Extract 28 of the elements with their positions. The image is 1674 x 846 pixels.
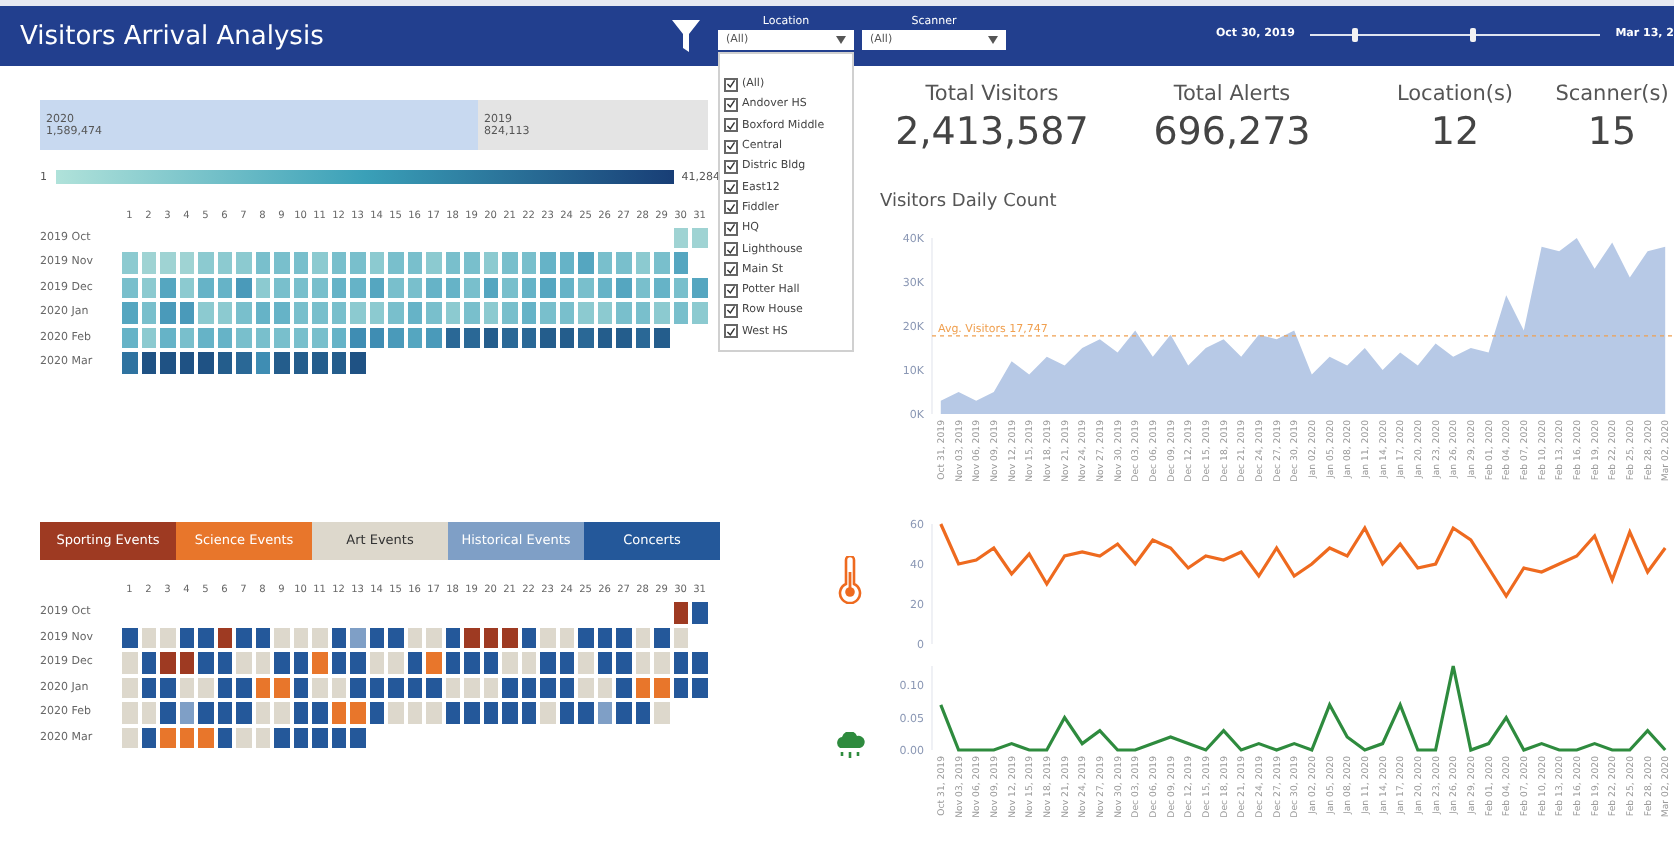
checkbox[interactable] bbox=[724, 242, 738, 257]
dashboard-title: Visitors Arrival Analysis bbox=[18, 21, 326, 51]
checkbox[interactable] bbox=[724, 139, 738, 154]
checkbox[interactable] bbox=[724, 221, 738, 236]
slider-thumb[interactable] bbox=[1351, 27, 1358, 41]
kpi-label: Total Alerts bbox=[1173, 82, 1291, 106]
checkbox[interactable] bbox=[724, 200, 738, 215]
checkbox[interactable] bbox=[724, 180, 738, 195]
kpi-label: Scanner(s) bbox=[1555, 82, 1669, 106]
kpi-value: 2,413,587 bbox=[895, 110, 1089, 154]
checkbox[interactable] bbox=[724, 77, 738, 92]
checkbox[interactable] bbox=[724, 97, 738, 112]
slider-thumb[interactable] bbox=[1469, 27, 1476, 41]
kpi-label: Location(s) bbox=[1396, 82, 1514, 106]
kpi-value: 15 bbox=[1587, 110, 1637, 154]
checkbox[interactable] bbox=[724, 283, 738, 298]
checkbox[interactable] bbox=[724, 303, 738, 318]
caret-icon bbox=[836, 36, 846, 44]
kpi-value: 12 bbox=[1430, 110, 1480, 154]
filter-icon[interactable] bbox=[672, 20, 700, 52]
checkbox[interactable] bbox=[724, 324, 738, 339]
kpi-label: Total Visitors bbox=[925, 82, 1059, 106]
caret-icon bbox=[988, 36, 998, 44]
checkbox[interactable] bbox=[724, 159, 738, 174]
chart-title: Visitors Daily Count bbox=[880, 190, 1057, 214]
kpi-value: 696,273 bbox=[1153, 110, 1311, 154]
checkbox[interactable] bbox=[724, 118, 738, 133]
checkbox[interactable] bbox=[724, 262, 738, 277]
